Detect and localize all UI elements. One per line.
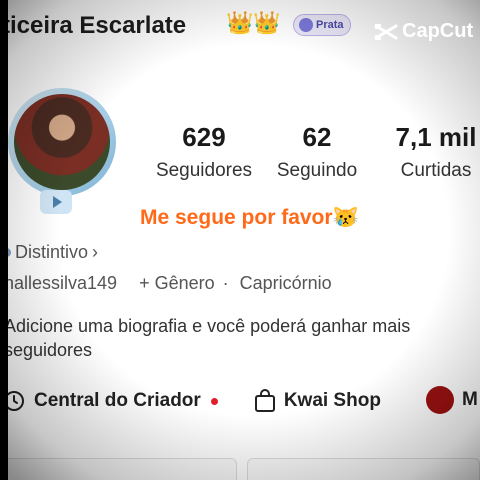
kwai-shop-label: Kwai Shop xyxy=(283,390,381,411)
badge-dot-icon xyxy=(8,248,11,257)
bottom-tab[interactable] xyxy=(8,458,237,480)
creator-center-button[interactable]: Central do Criador xyxy=(8,389,218,413)
followers-label: Seguidores xyxy=(155,160,253,181)
profile-meta: nallessilva149 + Gênero · Capricórnio xyxy=(8,273,332,294)
distintivo-label: Distintivo xyxy=(15,242,89,262)
more-button[interactable]: M xyxy=(426,386,478,414)
profile-name: ticeira Escarlate xyxy=(8,12,187,39)
rank-badge-label: Prata xyxy=(316,19,344,31)
stat-followers[interactable]: 629 Seguidores xyxy=(152,122,256,182)
following-label: Seguindo xyxy=(276,160,358,181)
bio-prompt[interactable]: Adicione uma biografia e você poderá gan… xyxy=(8,314,474,362)
avatar xyxy=(14,94,110,190)
rank-badge[interactable]: Prata xyxy=(293,14,351,36)
action-buttons: Central do Criador Kwai Shop xyxy=(8,384,381,418)
profile-screen: ticeira Escarlate 👑👑 Prata 629 Seguidore… xyxy=(8,0,480,480)
following-count: 62 xyxy=(302,122,332,152)
stat-following[interactable]: 62 Seguindo xyxy=(274,122,360,182)
meta-separator: · xyxy=(222,273,229,293)
avatar-frame[interactable] xyxy=(8,88,116,196)
likes-count: 7,1 mil xyxy=(395,122,477,152)
zodiac-sign[interactable]: · Capricórnio xyxy=(223,273,332,294)
more-button-label: M xyxy=(462,389,478,410)
creator-center-label: Central do Criador xyxy=(34,390,201,411)
clock-icon xyxy=(8,391,24,411)
gender-button[interactable]: + Gênero xyxy=(139,273,215,294)
capcut-label: CapCut xyxy=(402,20,474,42)
capcut-logo-icon xyxy=(374,23,398,40)
channel-icon xyxy=(426,386,454,414)
likes-label: Curtidas xyxy=(400,160,472,181)
profile-plea-text: Me segue por favor😿 xyxy=(140,206,359,229)
notification-dot xyxy=(210,397,218,405)
followers-count: 629 xyxy=(182,122,226,152)
play-icon[interactable] xyxy=(40,190,72,214)
bottom-tab[interactable] xyxy=(247,458,480,480)
bottom-tabs xyxy=(8,458,480,480)
gem-icon xyxy=(299,18,313,32)
username: nallessilva149 xyxy=(8,273,118,293)
kwai-shop-button[interactable]: Kwai Shop xyxy=(254,389,381,413)
shopping-bag-icon xyxy=(254,389,275,412)
chevron-right-icon: › xyxy=(92,242,99,262)
stat-likes[interactable]: 7,1 mil Curtidas xyxy=(386,122,480,182)
crown-emojis: 👑👑 xyxy=(226,10,281,35)
zodiac-label: Capricórnio xyxy=(239,273,332,293)
capcut-watermark: CapCut xyxy=(374,20,473,43)
distintivo-link[interactable]: Distintivo › xyxy=(8,242,98,263)
